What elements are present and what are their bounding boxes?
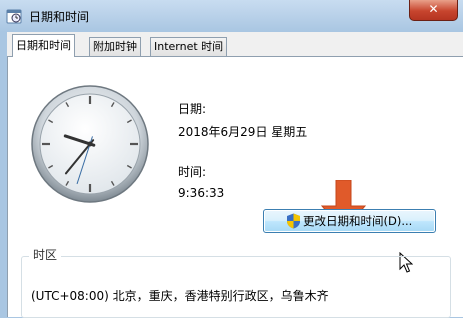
timezone-value: (UTC+08:00) 北京，重庆，香港特别行政区，乌鲁木齐 [31, 289, 329, 303]
dialog-body: 日期和时间 附加时钟 Internet 时间 日期: 2018年6月29日 星期… [7, 32, 463, 318]
title-bar: 日期和时间 ✕ [0, 0, 463, 32]
tab-internet-time[interactable]: Internet 时间 [150, 37, 228, 56]
tab-strip: 日期和时间 附加时钟 Internet 时间 [7, 32, 463, 57]
time-value: 9:36:33 [178, 186, 225, 200]
uac-shield-icon [287, 213, 300, 229]
date-value: 2018年6月29日 星期五 [178, 125, 308, 139]
date-label: 日期: [178, 102, 207, 116]
tab-additional-clocks[interactable]: 附加时钟 [89, 37, 141, 56]
time-label: 时间: [178, 165, 207, 179]
change-button-label: 更改日期和时间(D)... [303, 214, 413, 228]
timezone-group: (UTC+08:00) 北京，重庆，香港特别行政区，乌鲁木齐 [21, 256, 451, 318]
change-date-time-button[interactable]: 更改日期和时间(D)... [263, 209, 436, 233]
clock-center [87, 141, 93, 147]
analog-clock [30, 84, 150, 204]
clock-calendar-icon [6, 9, 22, 24]
close-button[interactable]: ✕ [409, 0, 458, 21]
tab-date-time[interactable]: 日期和时间 [12, 34, 75, 57]
window-title: 日期和时间 [29, 10, 90, 24]
timezone-group-title: 时区 [29, 246, 62, 263]
